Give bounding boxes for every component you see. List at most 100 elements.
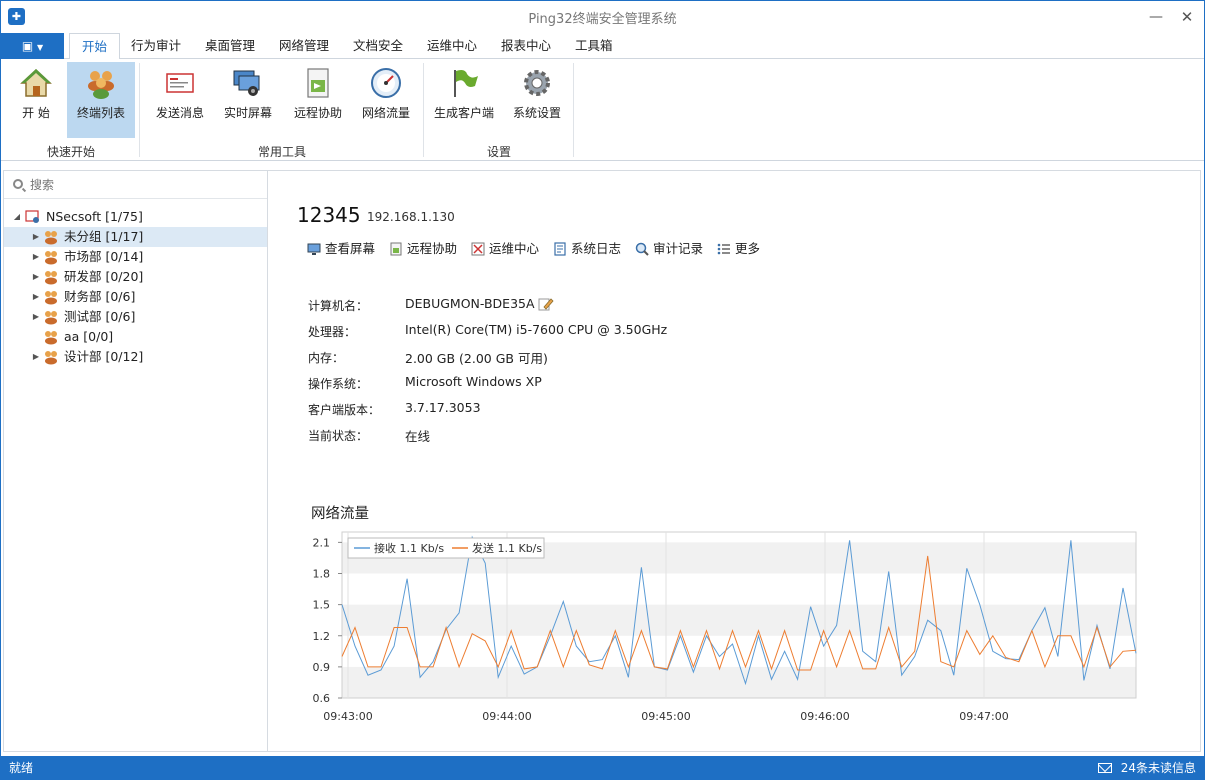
legend-label: 发送 1.1 Kb/s [472, 541, 542, 555]
screens-icon [233, 70, 260, 96]
remote-assist-icon [390, 242, 402, 256]
chart-band [342, 604, 1136, 636]
tree-item-label: 财务部 [0/6] [64, 289, 136, 304]
info-value: 2.00 GB (2.00 GB 可用) [405, 351, 548, 366]
tree-item-label: aa [0/0] [64, 329, 114, 344]
status-bar: 就绪 24条未读信息 [1, 756, 1204, 780]
expand-arrow-icon[interactable]: ▶ [32, 267, 40, 287]
terminal-list-label: 终端列表 [76, 106, 125, 120]
tree-item-marketing[interactable]: ▶ 市场部 [0/14] [4, 247, 267, 267]
remote-assist-label: 远程协助 [407, 241, 458, 256]
ops-center-label: 运维中心 [489, 241, 540, 256]
live-screen-label: 实时屏幕 [223, 106, 272, 120]
edit-icon[interactable] [538, 296, 554, 312]
expand-arrow-icon[interactable]: ▶ [32, 287, 40, 307]
app-window: ✚ Ping32终端安全管理系统 — ✕ ▣ ▼ 开始 行为审计 桌面管理 网络… [0, 0, 1205, 780]
tree-item-finance[interactable]: ▶ 财务部 [0/6] [4, 287, 267, 307]
layout-icon: ▣ [21, 39, 34, 53]
live-screen-button[interactable]: 实时屏幕 [217, 62, 279, 138]
expand-arrow-icon[interactable]: ▶ [32, 247, 40, 267]
group-icon [45, 351, 57, 365]
network-traffic-label: 网络流量 [361, 106, 410, 120]
info-value: Microsoft Windows XP [405, 374, 542, 389]
group-divider [423, 63, 424, 157]
info-label: 操作系统： [308, 377, 369, 391]
group-label-common-tools: 常用工具 [257, 145, 306, 159]
chevron-down-icon: ▼ [37, 43, 44, 52]
terminal-tree-panel: ◢ NSecsoft [1/75] ▶ 未分组 [1/17] ▶ 市场部 [0/… [3, 170, 268, 752]
tree-item-testing[interactable]: ▶ 测试部 [0/6] [4, 307, 267, 327]
group-icon [45, 311, 57, 325]
y-tick-label: 2.1 [313, 536, 331, 549]
ops-icon [471, 242, 485, 256]
info-value: 3.7.17.3053 [405, 400, 481, 415]
y-tick-label: 1.5 [313, 599, 331, 612]
collapse-arrow-icon[interactable]: ◢ [13, 207, 21, 227]
close-button[interactable]: ✕ [1173, 5, 1201, 29]
y-tick-label: 0.6 [313, 692, 331, 705]
terminal-list-button[interactable]: 终端列表 [67, 62, 135, 138]
tab-behavior-audit[interactable]: 行为审计 [119, 33, 193, 59]
search-input[interactable] [30, 175, 260, 195]
minimize-button[interactable]: — [1142, 5, 1170, 29]
info-label: 当前状态： [308, 429, 369, 443]
window-title: Ping32终端安全管理系统 [528, 12, 677, 27]
mail-icon[interactable] [1098, 763, 1112, 773]
send-message-button[interactable]: 发送消息 [149, 62, 211, 138]
tab-desktop-management[interactable]: 桌面管理 [193, 33, 267, 59]
expand-arrow-icon[interactable]: ▶ [32, 227, 40, 247]
tab-network-management[interactable]: 网络管理 [267, 33, 341, 59]
tab-toolbox[interactable]: 工具箱 [563, 33, 625, 59]
users-group-icon [88, 71, 114, 99]
remote-assist-icon [307, 68, 329, 98]
tab-document-security[interactable]: 文档安全 [341, 33, 415, 59]
tree-item-label: 设计部 [0/12] [64, 349, 144, 364]
gear-icon [524, 70, 550, 96]
organization-icon [25, 210, 39, 223]
magnifier-icon [635, 242, 649, 256]
audit-record-label: 审计记录 [653, 241, 704, 256]
info-value: Intel(R) Core(TM) i5-7600 CPU @ 3.50GHz [405, 322, 668, 337]
y-tick-label: 1.8 [313, 568, 331, 581]
group-icon [45, 291, 57, 305]
home-button[interactable]: 开 始 [7, 62, 65, 138]
info-label: 计算机名： [308, 299, 369, 313]
y-tick-label: 0.9 [313, 661, 331, 674]
tab-report-center[interactable]: 报表中心 [489, 33, 563, 59]
app-menu-button[interactable]: ▣ ▼ [1, 33, 64, 59]
group-icon [45, 251, 57, 265]
search-box [4, 171, 267, 199]
info-label: 客户端版本： [308, 403, 381, 417]
network-traffic-button[interactable]: 网络流量 [355, 62, 417, 138]
chart-svg: 0.6 0.9 1.2 1.5 1.8 2.1 09:43:00 09:44:00 09:45:… [313, 531, 1137, 723]
info-value: DEBUGMON-BDE35A [405, 296, 535, 311]
group-icon [45, 331, 57, 345]
send-message-label: 发送消息 [155, 106, 204, 120]
tree-item-rnd[interactable]: ▶ 研发部 [0/20] [4, 267, 267, 287]
unread-messages-link[interactable]: 24条未读信息 [1121, 756, 1196, 780]
system-log-label: 系统日志 [571, 241, 622, 256]
expand-arrow-icon[interactable]: ▶ [32, 307, 40, 327]
home-button-label: 开 始 [22, 106, 50, 120]
group-icon [45, 231, 57, 245]
tab-start[interactable]: 开始 [69, 33, 121, 60]
tree-item-label: 市场部 [0/14] [64, 249, 144, 264]
remote-assist-label: 远程协助 [293, 106, 342, 120]
tree-item-design[interactable]: ▶ 设计部 [0/12] [4, 347, 267, 367]
x-tick-label: 09:45:00 [641, 710, 690, 723]
group-label-settings: 设置 [486, 145, 511, 159]
expand-arrow-icon[interactable]: ▶ [32, 347, 40, 367]
remote-assist-button[interactable]: 远程协助 [287, 62, 349, 138]
info-value: 在线 [405, 429, 431, 444]
tab-ops-center[interactable]: 运维中心 [415, 33, 489, 59]
build-client-button[interactable]: 生成客户端 [429, 62, 499, 138]
tree-item-label: 测试部 [0/6] [64, 309, 136, 324]
ribbon-tab-bar: ▣ ▼ 开始 行为审计 桌面管理 网络管理 文档安全 运维中心 报表中心 工具箱 [1, 33, 1204, 60]
tree-item-ungrouped[interactable]: ▶ 未分组 [1/17] [4, 227, 267, 247]
tree-root[interactable]: ◢ NSecsoft [1/75] [4, 207, 267, 227]
system-settings-button[interactable]: 系统设置 [505, 62, 569, 138]
tree-item-aa[interactable]: aa [0/0] [4, 327, 267, 347]
x-tick-label: 09:43:00 [323, 710, 372, 723]
build-client-label: 生成客户端 [433, 106, 494, 120]
chart-band [342, 666, 1136, 698]
